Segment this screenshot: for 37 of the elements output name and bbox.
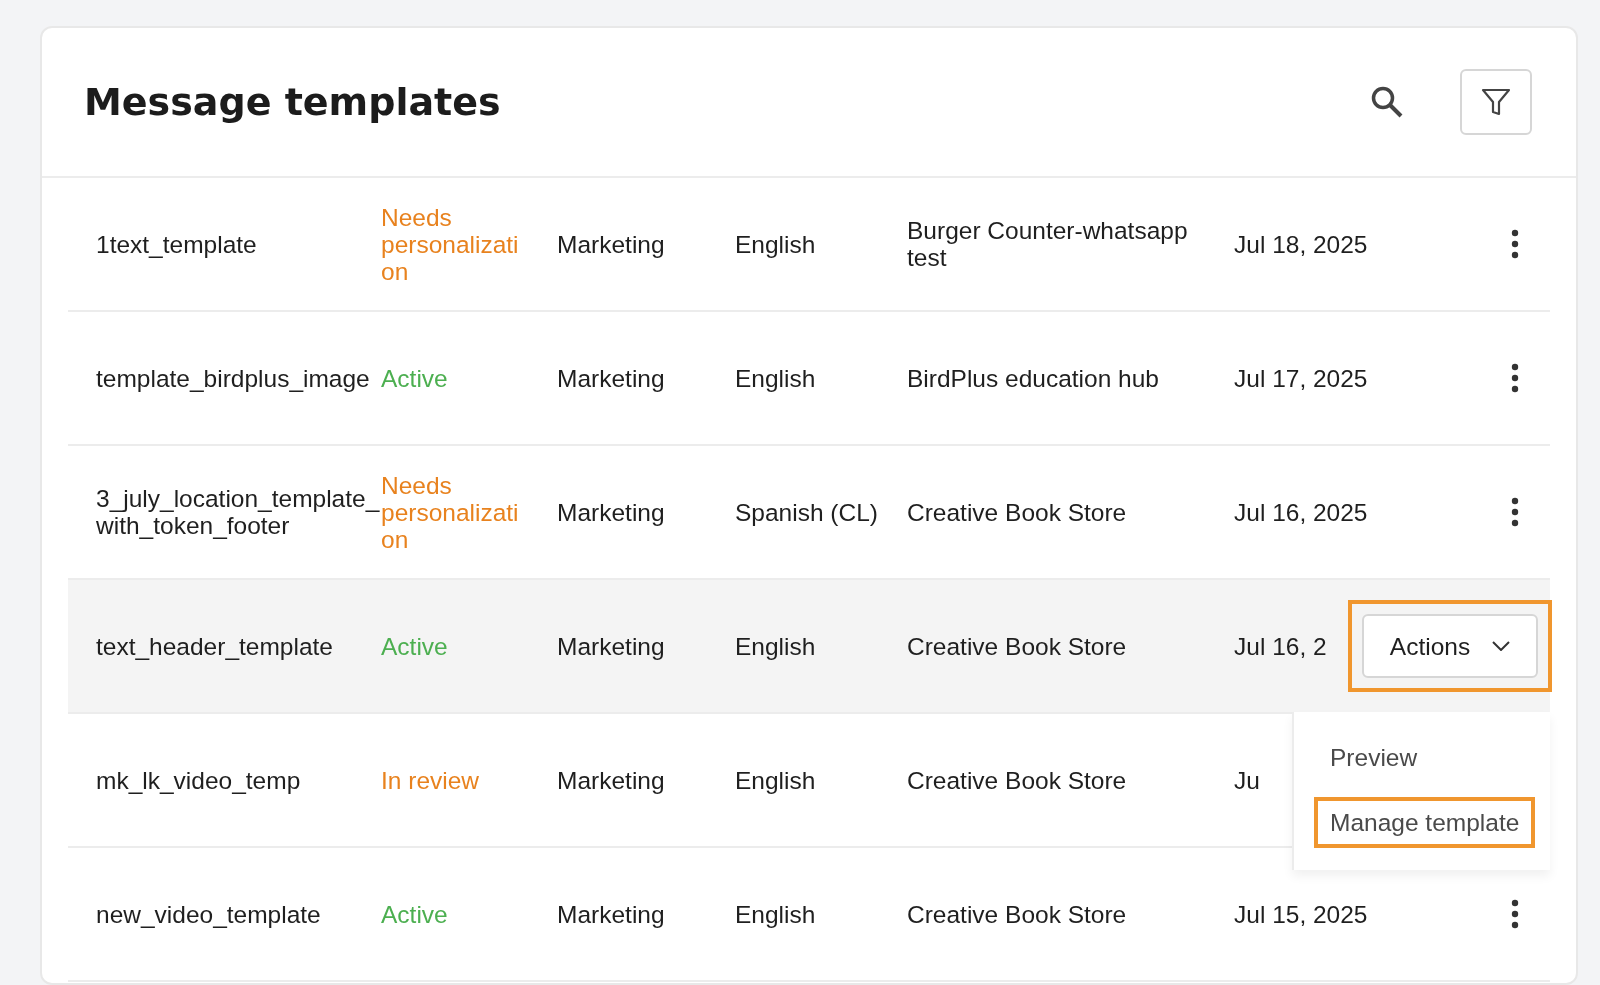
category-text: Marketing xyxy=(557,230,666,258)
account-name: Creative Book Store xyxy=(907,766,1128,794)
language-text: English xyxy=(735,632,817,660)
language-text: English xyxy=(735,364,817,392)
category-text: Marketing xyxy=(557,498,666,526)
account-name: Creative Book Store xyxy=(907,900,1128,928)
template-name: mk_lk_video_temp xyxy=(96,766,302,794)
account-name: Burger Counter-whatsapp test xyxy=(907,217,1189,271)
status-label: Needs personalization xyxy=(381,471,520,553)
status-label: In review xyxy=(381,766,481,794)
date-text: Jul 16, 2025 xyxy=(1234,498,1368,526)
status-label: Needs personalization xyxy=(381,203,520,285)
status-label: Active xyxy=(381,364,449,392)
language-text: Spanish (CL) xyxy=(735,498,879,526)
status-label: Active xyxy=(381,632,449,660)
date-text: Jul 16, 2 xyxy=(1234,632,1327,660)
account-name: BirdPlus education hub xyxy=(907,364,1160,392)
date-text: Jul 15, 2025 xyxy=(1234,900,1368,928)
account-name: Creative Book Store xyxy=(907,632,1128,660)
page-title: Message templates xyxy=(84,80,502,124)
status-label: Active xyxy=(381,900,449,928)
template-name: 1text_template xyxy=(96,230,258,258)
date-text: Ju xyxy=(1234,766,1260,794)
template-name: text_header_template xyxy=(96,632,334,660)
date-text: Jul 17, 2025 xyxy=(1234,364,1368,392)
language-text: English xyxy=(735,766,817,794)
template-name: template_birdplus_image xyxy=(96,364,371,392)
template-name: 3_july_location_template_with_token_footer xyxy=(96,485,381,539)
language-text: English xyxy=(735,900,817,928)
category-text: Marketing xyxy=(557,766,666,794)
category-text: Marketing xyxy=(557,632,666,660)
template-name: new_video_template xyxy=(96,900,322,928)
date-text: Jul 18, 2025 xyxy=(1234,230,1368,258)
language-text: English xyxy=(735,230,817,258)
category-text: Marketing xyxy=(557,900,666,928)
account-name: Creative Book Store xyxy=(907,498,1128,526)
category-text: Marketing xyxy=(557,364,666,392)
